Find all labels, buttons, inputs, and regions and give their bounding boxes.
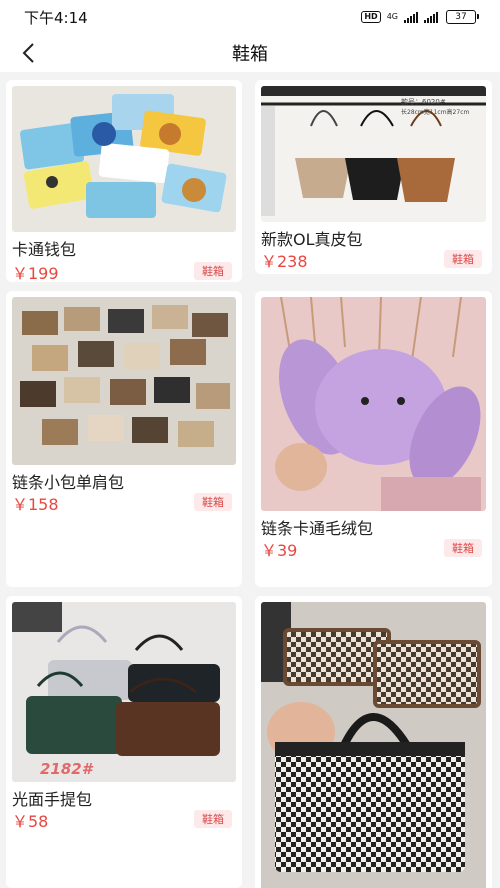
- network-type: 4G: [386, 12, 398, 21]
- product-tag: 鞋箱: [194, 493, 232, 511]
- hd-badge: HD: [361, 11, 381, 23]
- chevron-left-icon: [22, 43, 34, 63]
- product-price: ￥58: [12, 812, 49, 831]
- network-indicator: 4G: [387, 13, 398, 21]
- product-price: ￥158: [12, 495, 59, 514]
- product-tag: 鞋箱: [444, 250, 482, 268]
- page-title: 鞋箱: [232, 44, 268, 65]
- product-tag: 鞋箱: [444, 539, 482, 557]
- product-name: 光面手提包: [12, 790, 93, 809]
- bag-model-number: 款号：6020#: [401, 97, 446, 106]
- status-icons: HD 4G 37: [361, 10, 479, 24]
- product-name: 卡通钱包: [12, 240, 77, 259]
- product-price: ￥238: [261, 252, 308, 271]
- bag-code: 2182#: [40, 760, 94, 778]
- signal-icon: [404, 11, 418, 23]
- product-image: [261, 297, 486, 511]
- product-image: 款号：6020# 长28cm宽11cm高27cm: [261, 86, 486, 222]
- product-card[interactable]: 款号：6020# 长28cm宽11cm高27cm 新款OL真皮包 ￥238 鞋箱: [255, 80, 492, 274]
- product-card[interactable]: 链条小包单肩包 ￥158 鞋箱: [6, 291, 242, 587]
- product-tag: 鞋箱: [194, 262, 232, 280]
- product-card[interactable]: 2182# 光面手提包 ￥58 鞋箱: [6, 596, 242, 888]
- battery-level: 37: [455, 12, 467, 22]
- product-name: 新款OL真皮包: [261, 230, 363, 249]
- product-grid: 卡通钱包 ￥199 鞋箱 款号：6020# 长28cm宽11cm高27cm 新款…: [0, 72, 500, 888]
- battery-icon: 37: [446, 10, 479, 24]
- product-image: 2182#: [12, 602, 236, 782]
- product-image: [12, 86, 236, 232]
- product-card[interactable]: [255, 596, 492, 888]
- product-name: 链条小包单肩包: [12, 473, 125, 492]
- status-time: 下午4:14: [24, 8, 88, 27]
- status-bar: 下午4:14 HD 4G 37: [0, 0, 500, 34]
- page-header: 鞋箱: [0, 34, 500, 72]
- product-name: 链条卡通毛绒包: [261, 519, 374, 538]
- product-image: [12, 297, 236, 465]
- product-tag: 鞋箱: [194, 810, 232, 828]
- product-card[interactable]: 卡通钱包 ￥199 鞋箱: [6, 80, 242, 282]
- product-card[interactable]: 链条卡通毛绒包 ￥39 鞋箱: [255, 291, 492, 587]
- product-price: ￥199: [12, 264, 59, 282]
- wifi-signal-icon: [424, 11, 438, 23]
- back-button[interactable]: [14, 38, 44, 68]
- product-price: ￥39: [261, 541, 298, 560]
- bag-size: 长28cm宽11cm高27cm: [401, 108, 469, 116]
- product-image: [261, 602, 486, 888]
